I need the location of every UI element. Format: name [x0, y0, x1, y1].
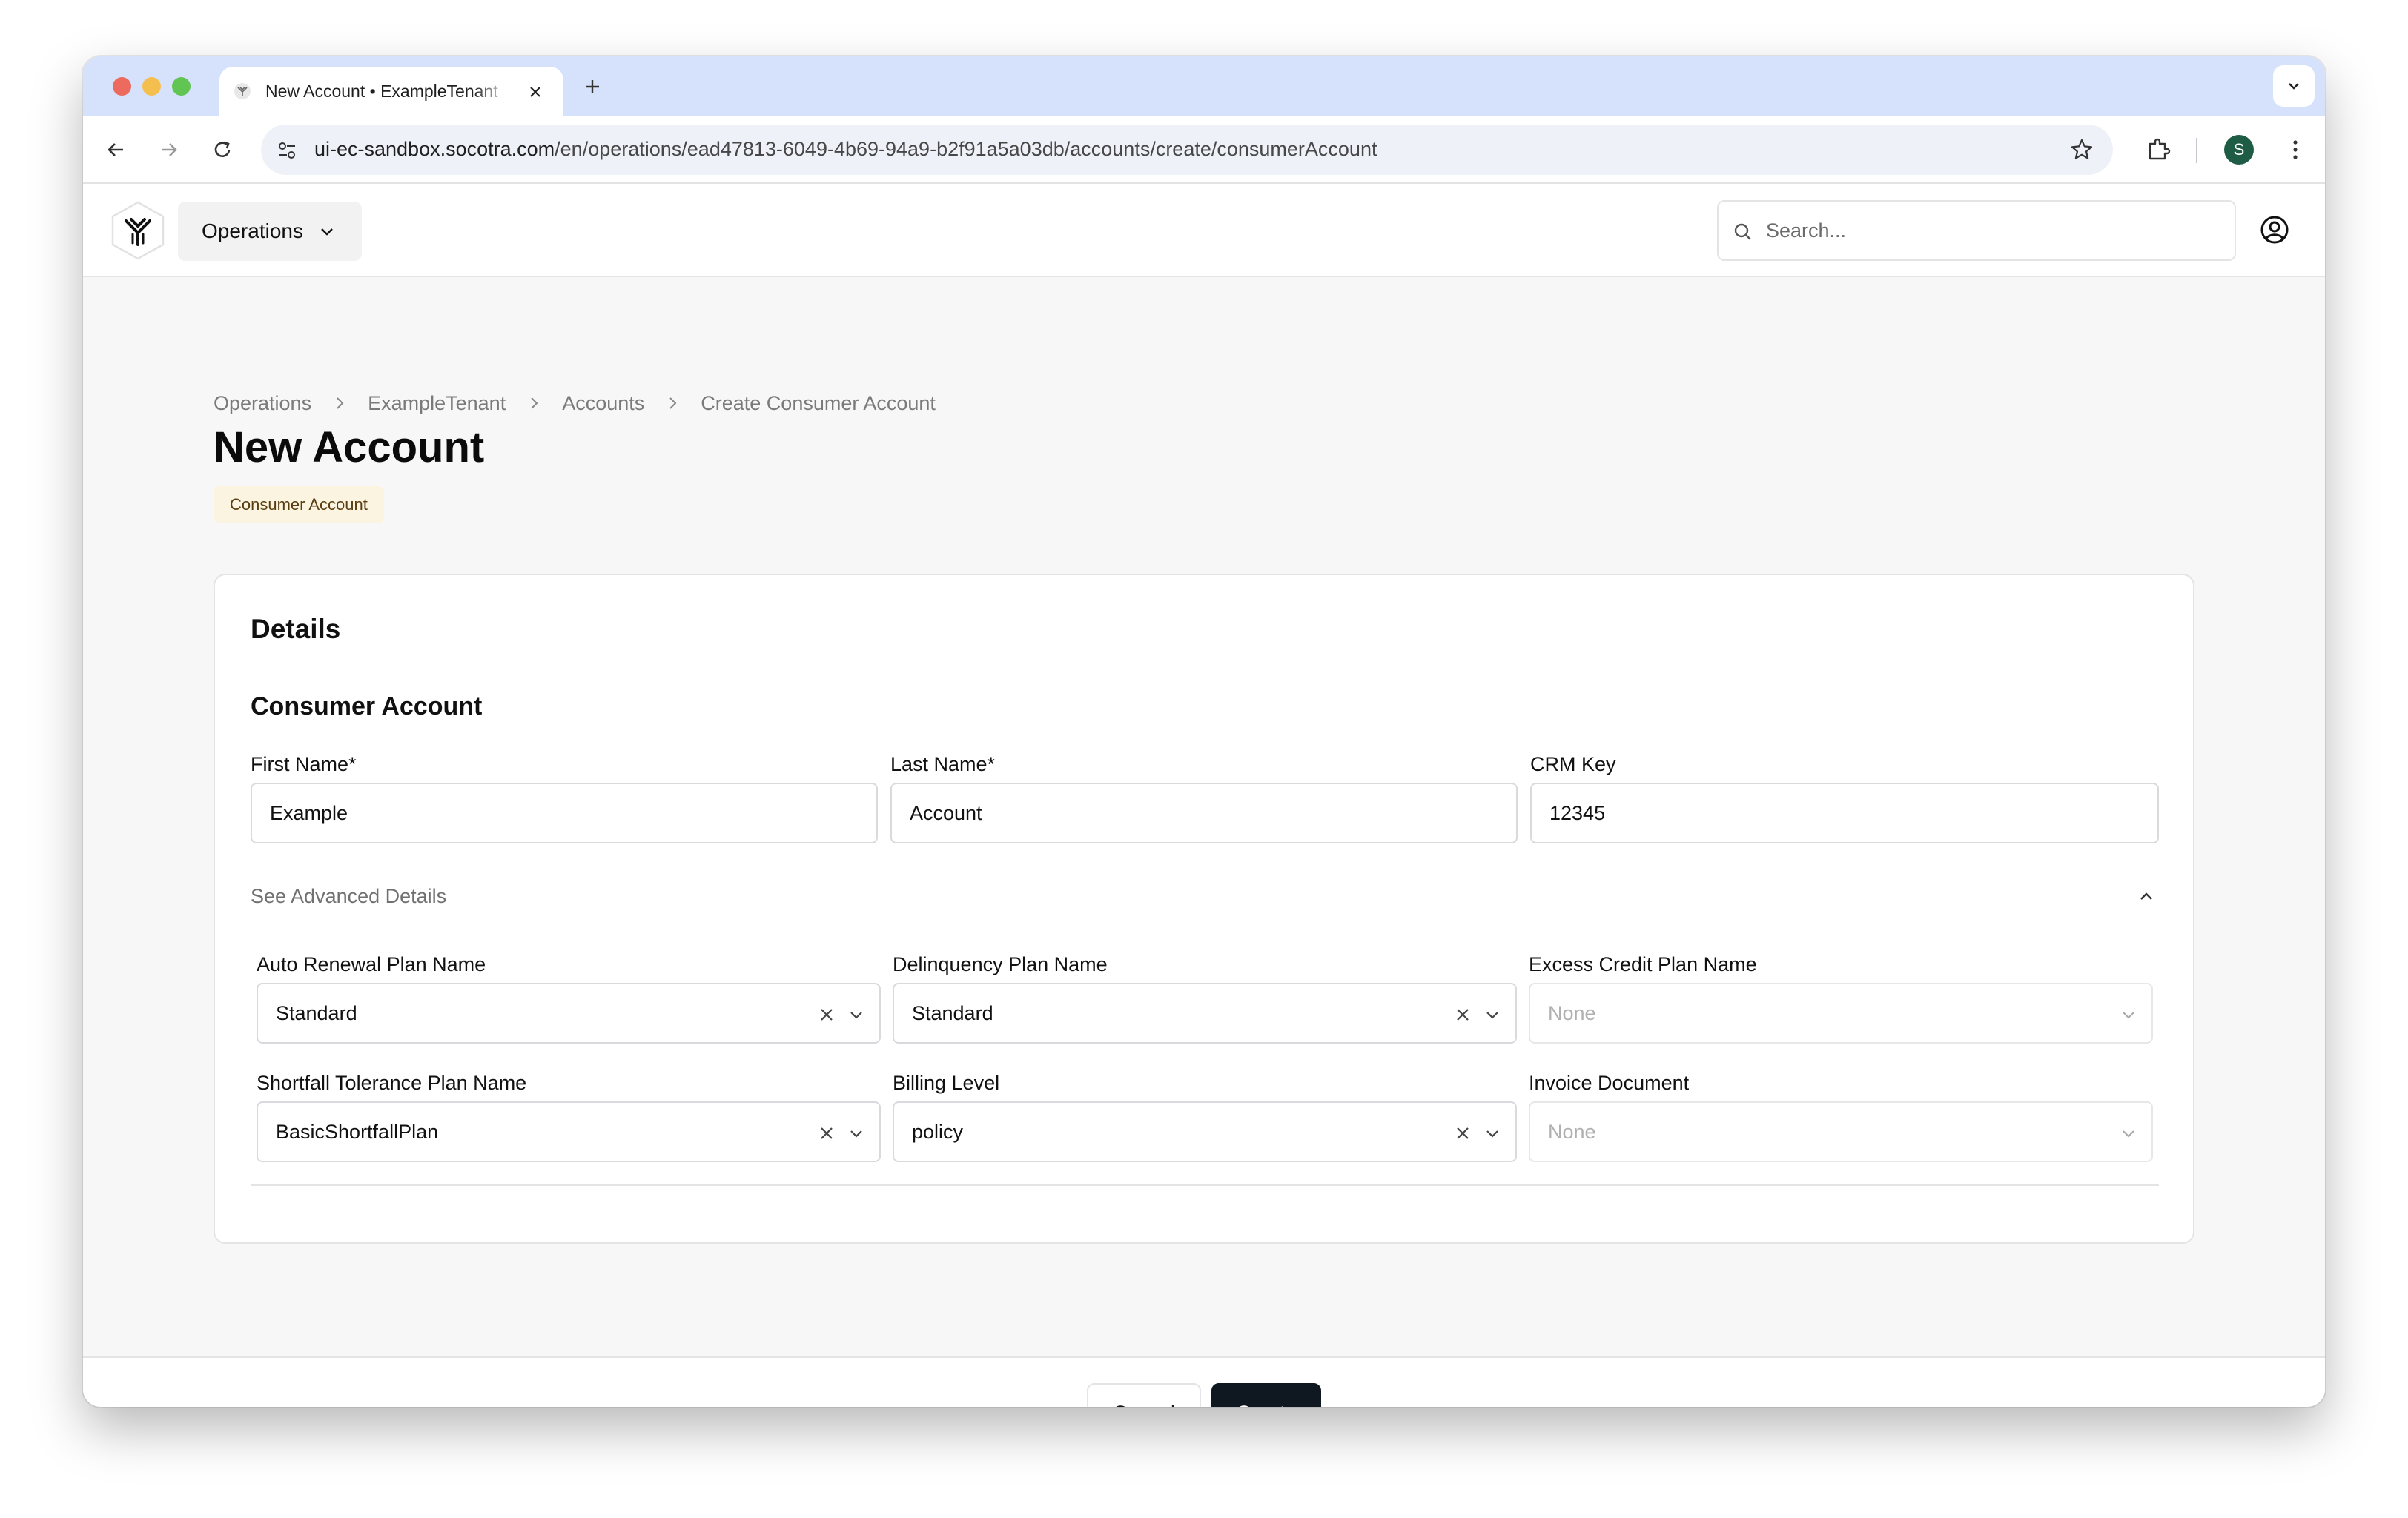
billing-level-select[interactable]: policy — [893, 1101, 1517, 1162]
toolbar-divider — [2196, 138, 2197, 163]
reload-icon[interactable] — [209, 136, 236, 163]
billing-level-value: policy — [912, 1121, 964, 1143]
url-host: ui-ec-sandbox.socotra.com — [314, 138, 555, 160]
see-advanced-details-toggle[interactable]: See Advanced Details — [251, 885, 446, 908]
more-options-icon[interactable] — [2282, 136, 2309, 163]
first-name-input[interactable] — [252, 784, 876, 842]
auto-renewal-value: Standard — [276, 1002, 357, 1024]
auto-renewal-label: Auto Renewal Plan Name — [257, 953, 486, 975]
excess-credit-value: None — [1548, 1002, 1596, 1024]
billing-level-label: Billing Level — [893, 1072, 1000, 1094]
cancel-button[interactable]: Cancel — [1087, 1383, 1201, 1407]
chevron-down-icon[interactable] — [2119, 1005, 2138, 1024]
chevron-right-icon — [669, 397, 677, 409]
last-name-label: Last Name* — [890, 753, 996, 775]
tab-strip: New Account • ExampleTenant — [83, 56, 2325, 116]
breadcrumb-item-accounts[interactable]: Accounts — [562, 392, 644, 415]
maximize-window-button[interactable] — [172, 77, 191, 96]
chevron-right-icon — [531, 397, 538, 409]
url-text: ui-ec-sandbox.socotra.com/en/operations/… — [314, 138, 1377, 161]
search-box[interactable] — [1717, 200, 2236, 261]
new-tab-icon[interactable] — [580, 74, 605, 99]
tab-title: New Account • ExampleTenant — [265, 82, 498, 101]
socotra-logo-icon[interactable] — [110, 200, 166, 261]
url-path: /en/operations/ead47813-6049-4b69-94a9-b… — [555, 138, 1377, 160]
forward-arrow-icon[interactable] — [156, 136, 182, 163]
excess-credit-label: Excess Credit Plan Name — [1529, 953, 1757, 975]
chevron-up-icon[interactable] — [2135, 885, 2157, 907]
shortfall-select[interactable]: BasicShortfallPlan — [257, 1101, 881, 1162]
shortfall-label: Shortfall Tolerance Plan Name — [257, 1072, 527, 1094]
details-card: Details Consumer Account First Name* Las… — [214, 574, 2194, 1244]
extensions-puzzle-icon[interactable] — [2144, 135, 2174, 165]
delinquency-label: Delinquency Plan Name — [893, 953, 1108, 975]
user-account-icon[interactable] — [2257, 212, 2292, 248]
browser-window: New Account • ExampleTenant ui-ec-sandbo… — [83, 56, 2325, 1407]
browser-tab-active[interactable]: New Account • ExampleTenant — [219, 67, 563, 116]
clear-icon[interactable] — [1453, 1005, 1472, 1024]
chevron-down-icon[interactable] — [847, 1124, 866, 1143]
operations-menu-label: Operations — [202, 219, 303, 242]
invoice-document-select[interactable]: None — [1529, 1101, 2153, 1162]
last-name-field[interactable] — [890, 783, 1518, 843]
invoice-document-label: Invoice Document — [1529, 1072, 1690, 1094]
clear-icon[interactable] — [817, 1124, 836, 1143]
minimize-window-button[interactable] — [142, 77, 161, 96]
chevron-down-icon — [2289, 83, 2299, 90]
form-footer — [83, 1356, 2325, 1407]
search-input[interactable] — [1766, 215, 2211, 246]
invoice-document-value: None — [1548, 1121, 1596, 1143]
crm-key-input[interactable] — [1532, 784, 2157, 842]
browser-toolbar: ui-ec-sandbox.socotra.com/en/operations/… — [83, 116, 2325, 184]
auto-renewal-select[interactable]: Standard — [257, 983, 881, 1044]
consumer-account-title: Consumer Account — [251, 692, 483, 720]
clear-icon[interactable] — [1453, 1124, 1472, 1143]
site-settings-icon[interactable] — [276, 139, 298, 162]
first-name-field[interactable] — [251, 783, 878, 843]
back-arrow-icon[interactable] — [102, 136, 129, 163]
create-button[interactable]: Create — [1211, 1383, 1321, 1407]
delinquency-value: Standard — [912, 1002, 993, 1024]
account-type-badge: Consumer Account — [214, 486, 384, 523]
page-title: New Account — [214, 423, 485, 471]
delinquency-select[interactable]: Standard — [893, 983, 1517, 1044]
close-window-button[interactable] — [113, 77, 131, 96]
page-content: Operations ExampleTenant Accounts Create… — [83, 277, 2325, 1356]
breadcrumb-item-operations[interactable]: Operations — [214, 392, 311, 415]
last-name-input[interactable] — [892, 784, 1516, 842]
crm-key-field[interactable] — [1530, 783, 2159, 843]
tab-search-button[interactable] — [2273, 65, 2315, 107]
shortfall-value: BasicShortfallPlan — [276, 1121, 439, 1143]
clear-icon[interactable] — [817, 1005, 836, 1024]
breadcrumb-item-tenant[interactable]: ExampleTenant — [368, 392, 506, 415]
close-tab-icon[interactable] — [526, 83, 544, 101]
chevron-down-icon[interactable] — [1483, 1124, 1502, 1143]
profile-avatar[interactable]: S — [2224, 135, 2254, 165]
search-icon — [1734, 223, 1751, 240]
first-name-label: First Name* — [251, 753, 357, 775]
excess-credit-select[interactable]: None — [1529, 983, 2153, 1044]
socotra-favicon-icon — [234, 83, 251, 99]
chevron-down-icon[interactable] — [2119, 1124, 2138, 1143]
chevron-right-icon — [337, 397, 344, 409]
breadcrumb-item-current: Create Consumer Account — [701, 391, 936, 414]
operations-menu-button[interactable]: Operations — [178, 202, 362, 261]
breadcrumb: Operations ExampleTenant Accounts Create… — [214, 388, 936, 418]
chevron-down-icon[interactable] — [1483, 1005, 1502, 1024]
chevron-down-icon — [321, 228, 333, 236]
details-title: Details — [251, 614, 341, 644]
chevron-down-icon[interactable] — [847, 1005, 866, 1024]
address-bar[interactable]: ui-ec-sandbox.socotra.com/en/operations/… — [261, 125, 2113, 175]
app-header: Operations — [83, 184, 2325, 277]
bookmark-star-icon[interactable] — [2068, 136, 2095, 163]
card-divider — [251, 1184, 2159, 1186]
crm-key-label: CRM Key — [1530, 753, 1616, 775]
